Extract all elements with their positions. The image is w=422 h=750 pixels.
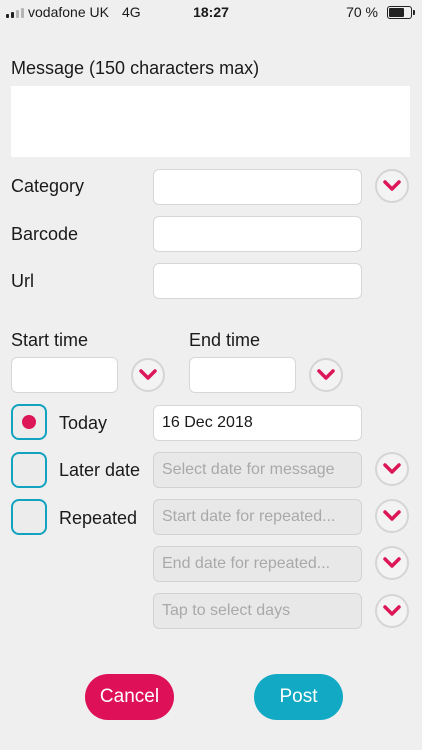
barcode-input[interactable] — [153, 216, 362, 252]
today-checkbox[interactable] — [11, 404, 47, 440]
message-input[interactable] — [11, 86, 410, 157]
later-date-checkbox[interactable] — [11, 452, 47, 488]
repeated-days-dropdown-button[interactable] — [375, 594, 409, 628]
chevron-down-icon — [317, 369, 335, 380]
repeated-days-input[interactable]: Tap to select days — [153, 593, 362, 629]
battery-icon — [387, 6, 415, 19]
start-time-label: Start time — [11, 330, 89, 350]
later-date-input[interactable]: Select date for message — [153, 452, 362, 488]
start-time-dropdown-button[interactable] — [131, 358, 165, 392]
repeated-end-dropdown-button[interactable] — [375, 546, 409, 580]
radio-dot-icon — [22, 415, 36, 429]
start-time-input[interactable] — [11, 357, 118, 393]
message-label: Message (150 characters max) — [11, 58, 260, 78]
barcode-label: Barcode — [11, 224, 79, 244]
end-time-dropdown-button[interactable] — [309, 358, 343, 392]
url-input[interactable] — [153, 263, 362, 299]
repeated-start-date-input[interactable]: Start date for repeated... — [153, 499, 362, 535]
cancel-button[interactable]: Cancel — [85, 674, 174, 720]
chevron-down-icon — [383, 510, 401, 521]
end-time-input[interactable] — [189, 357, 296, 393]
repeated-start-dropdown-button[interactable] — [375, 499, 409, 533]
repeated-checkbox[interactable] — [11, 499, 47, 535]
later-date-label: Later date — [59, 460, 141, 480]
chevron-down-icon — [383, 557, 401, 568]
url-label: Url — [11, 271, 34, 291]
category-label: Category — [11, 176, 85, 196]
category-input[interactable] — [153, 169, 362, 205]
post-button[interactable]: Post — [254, 674, 343, 720]
battery-percent: 70 % — [346, 4, 378, 20]
repeated-label: Repeated — [59, 508, 138, 528]
later-date-dropdown-button[interactable] — [375, 452, 409, 486]
chevron-down-icon — [383, 180, 401, 191]
category-dropdown-button[interactable] — [375, 169, 409, 203]
status-bar: vodafone UK 4G 18:27 70 % — [0, 0, 422, 24]
today-label: Today — [59, 413, 108, 433]
chevron-down-icon — [383, 605, 401, 616]
repeated-end-date-input[interactable]: End date for repeated... — [153, 546, 362, 582]
end-time-label: End time — [189, 330, 261, 350]
today-date-field[interactable]: 16 Dec 2018 — [153, 405, 362, 441]
chevron-down-icon — [383, 463, 401, 474]
chevron-down-icon — [139, 369, 157, 380]
